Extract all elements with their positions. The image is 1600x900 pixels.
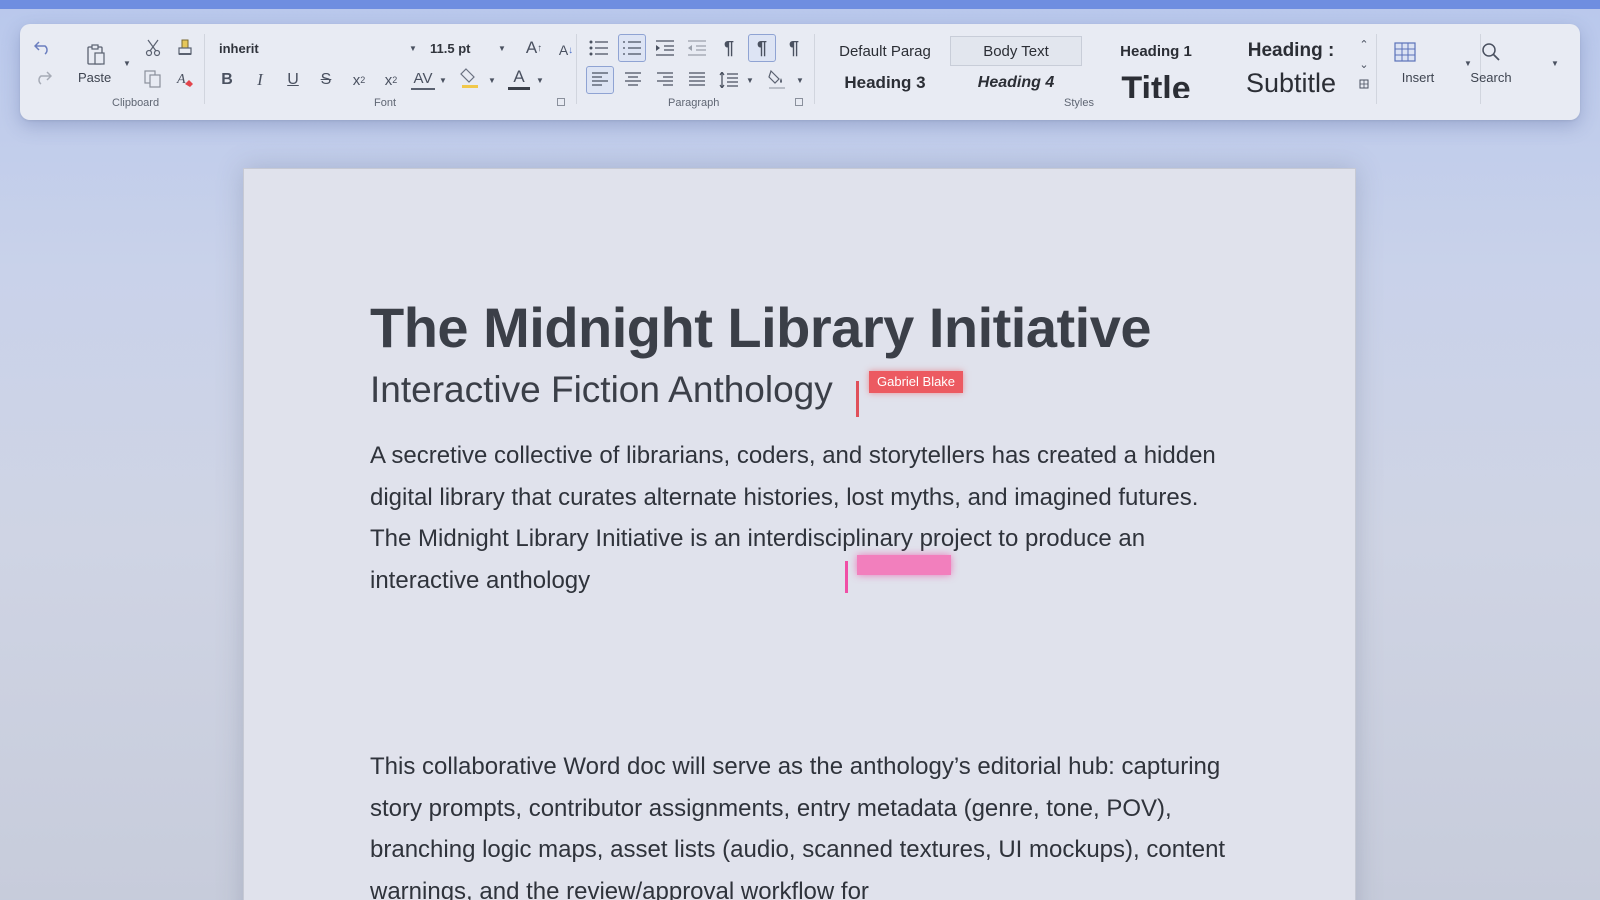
ltr-paragraph-icon[interactable]: ¶ <box>748 34 776 62</box>
collaborator-cursor-pink <box>845 561 848 593</box>
svg-text:A: A <box>176 72 186 87</box>
undo-icon[interactable] <box>32 36 54 58</box>
style-body-text[interactable]: Body Text <box>950 36 1082 66</box>
font-color-dropdown-icon[interactable]: ▼ <box>536 76 544 85</box>
copy-icon[interactable] <box>142 68 164 90</box>
separator <box>1376 34 1377 104</box>
underline-icon[interactable]: U <box>282 69 304 91</box>
format-painter-icon[interactable] <box>174 37 196 59</box>
search-icon[interactable] <box>1478 40 1504 64</box>
collaborator-tag-pink <box>857 555 951 575</box>
clipboard-group-label: Clipboard <box>112 97 160 109</box>
style-default-paragraph[interactable]: Default Parag <box>826 36 944 66</box>
highlight-icon[interactable] <box>458 66 482 90</box>
document-subtitle[interactable]: Interactive Fiction Anthology <box>370 369 833 411</box>
font-color-icon[interactable]: A <box>508 66 530 90</box>
line-spacing-dropdown-icon[interactable]: ▼ <box>746 76 754 85</box>
character-spacing-dropdown-icon[interactable]: ▼ <box>439 76 447 85</box>
paragraph-dialog-launcher-icon[interactable] <box>795 98 803 106</box>
align-right-icon[interactable] <box>652 68 678 92</box>
search-label[interactable]: Search <box>1470 70 1511 85</box>
style-heading-1[interactable]: Heading 1 <box>1090 36 1222 66</box>
rtl-paragraph-icon[interactable]: ¶ <box>782 36 806 60</box>
clear-formatting-icon[interactable]: A <box>174 68 196 90</box>
shading-dropdown-icon[interactable]: ▼ <box>796 76 804 85</box>
font-name-combobox[interactable]: inherit <box>219 41 415 56</box>
style-heading-3[interactable]: Heading 3 <box>826 68 944 98</box>
document-page[interactable]: The Midnight Library Initiative Interact… <box>243 168 1356 900</box>
ribbon-toolbar: Paste ▼ A Clipboard inherit ▼ 11.5 pt ▼ … <box>20 24 1580 120</box>
style-heading-4[interactable]: Heading 4 <box>950 68 1082 98</box>
styles-group-label: Styles <box>1064 97 1094 109</box>
paste-label[interactable]: Paste <box>78 70 111 85</box>
style-subtitle[interactable]: Subtitle <box>1228 68 1354 98</box>
styles-scroll-down-icon[interactable]: ⌄ <box>1356 56 1372 72</box>
grow-font-icon[interactable]: A ↑ <box>522 36 546 60</box>
insert-dropdown-icon[interactable]: ▼ <box>1464 59 1472 68</box>
show-formatting-marks-icon[interactable]: ¶ <box>717 36 741 60</box>
justify-icon[interactable] <box>684 68 710 92</box>
collaborator-cursor-red <box>856 381 859 417</box>
character-spacing-icon[interactable]: AV <box>411 68 435 90</box>
body-paragraph-intro[interactable]: A secretive collective of librarians, co… <box>370 435 1230 601</box>
highlight-dropdown-icon[interactable]: ▼ <box>488 76 496 85</box>
bullets-icon[interactable] <box>586 36 612 60</box>
strikethrough-icon[interactable]: S <box>315 69 337 91</box>
italic-icon[interactable]: I <box>249 69 271 91</box>
shrink-font-icon[interactable]: A ↓ <box>554 38 578 62</box>
styles-scroll-up-icon[interactable]: ⌃ <box>1356 36 1372 52</box>
shading-icon[interactable] <box>764 66 790 92</box>
insert-label[interactable]: Insert <box>1402 70 1435 85</box>
styles-more-icon[interactable] <box>1356 76 1372 92</box>
style-title[interactable]: Title <box>1090 68 1222 98</box>
paste-dropdown-icon[interactable]: ▼ <box>123 59 131 68</box>
font-size-dropdown-icon[interactable]: ▼ <box>498 44 506 53</box>
subscript-icon[interactable]: x2 <box>348 69 370 91</box>
collaborator-name-tag: Gabriel Blake <box>869 371 964 393</box>
body-paragraph-editorial[interactable]: This collaborative Word doc will serve a… <box>370 746 1230 900</box>
search-dropdown-icon[interactable]: ▼ <box>1551 59 1559 68</box>
superscript-icon[interactable]: x2 <box>380 69 402 91</box>
decrease-indent-icon[interactable] <box>684 36 710 60</box>
bold-icon[interactable]: B <box>216 69 238 91</box>
increase-indent-icon[interactable] <box>652 36 678 60</box>
align-left-icon[interactable] <box>586 66 614 94</box>
document-title[interactable]: The Midnight Library Initiative <box>370 295 1152 360</box>
style-heading-2[interactable]: Heading : <box>1228 34 1354 68</box>
font-dialog-launcher-icon[interactable] <box>557 98 565 106</box>
font-name-dropdown-icon[interactable]: ▼ <box>409 44 417 53</box>
separator <box>204 34 205 104</box>
separator <box>814 34 815 104</box>
insert-table-icon[interactable] <box>1392 40 1418 64</box>
window-top-accent <box>0 0 1600 9</box>
numbering-icon[interactable] <box>618 34 646 62</box>
separator <box>576 34 577 104</box>
redo-icon[interactable] <box>32 66 54 88</box>
paragraph-group-label: Paragraph <box>668 97 720 109</box>
font-size-combobox[interactable]: 11.5 pt <box>430 41 470 56</box>
paste-icon[interactable] <box>84 42 108 68</box>
line-spacing-icon[interactable] <box>716 68 742 92</box>
font-group-label: Font <box>374 97 397 109</box>
align-center-icon[interactable] <box>620 68 646 92</box>
cut-icon[interactable] <box>142 37 164 59</box>
